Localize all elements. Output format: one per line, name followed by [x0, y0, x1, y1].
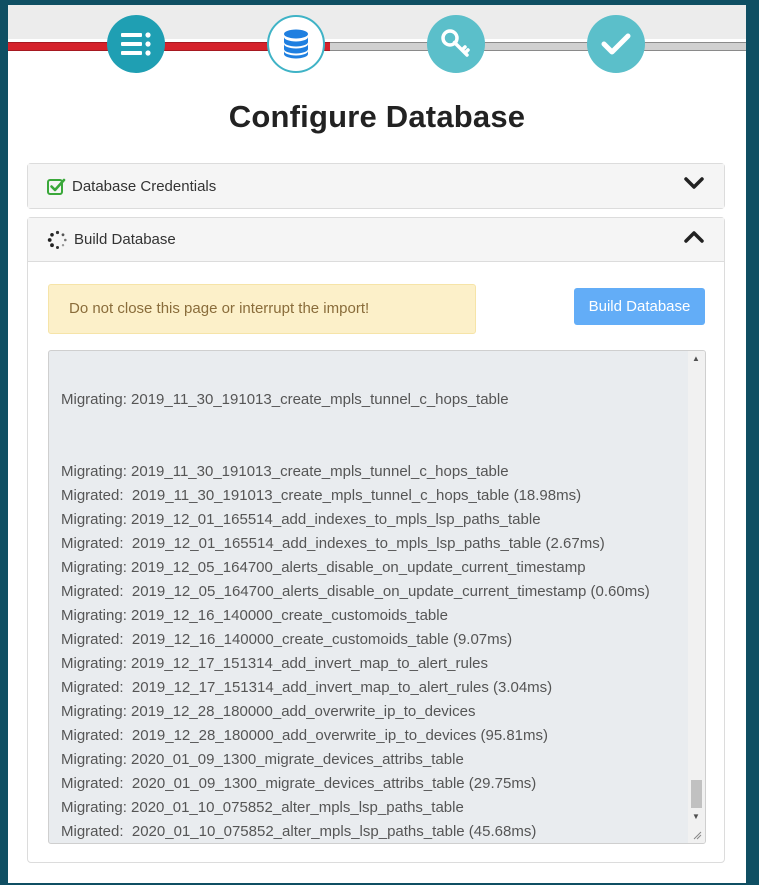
log-line: Migrating: 2020_01_09_1300_migrate_devic…	[61, 751, 464, 768]
step-3-button[interactable]	[427, 15, 485, 73]
log-line: Migrating: 2019_12_28_180000_add_overwri…	[61, 703, 476, 720]
scrollbar-thumb[interactable]	[691, 780, 702, 808]
credentials-panel-header[interactable]: Database Credentials	[28, 164, 724, 208]
build-panel-title: Build Database	[74, 231, 176, 248]
spinner-icon	[47, 230, 67, 249]
scroll-down-arrow-icon[interactable]: ▼	[692, 813, 700, 821]
log-line: Migrating: 2019_12_05_164700_alerts_disa…	[61, 559, 586, 576]
log-line-partial: Migrating: 2019_11_30_191013_create_mpls…	[61, 391, 509, 408]
log-line: Migrating: 2019_12_17_151314_add_invert_…	[61, 655, 488, 672]
checked-box-icon	[47, 178, 66, 195]
scroll-up-arrow-icon[interactable]: ▲	[692, 355, 700, 363]
build-database-button[interactable]: Build Database	[574, 288, 705, 325]
migration-log-lines: Migrating: 2019_11_30_191013_create_mpls…	[61, 351, 650, 843]
log-line: Migrated: 2019_12_28_180000_add_overwrit…	[61, 727, 549, 744]
database-icon	[284, 29, 308, 59]
step-1-button[interactable]	[107, 15, 165, 73]
progress-remaining	[330, 42, 746, 51]
log-line: Migrated: 2020_01_10_075852_alter_mpls_l…	[61, 823, 537, 840]
chevron-down-icon[interactable]	[684, 176, 704, 190]
log-line: Migrating: 2019_11_30_191013_create_mpls…	[61, 463, 509, 480]
log-line: Migrated: 2019_11_30_191013_create_mpls_…	[61, 487, 582, 504]
installer-card: Configure Database Database Credentials	[8, 5, 746, 883]
chevron-up-icon[interactable]	[684, 230, 704, 244]
log-scrollbar[interactable]: ▲ ▼	[688, 351, 705, 843]
step-2-button[interactable]	[267, 15, 325, 73]
page-title: Configure Database	[228, 99, 526, 134]
resize-handle-icon[interactable]	[693, 831, 702, 840]
key-icon	[441, 29, 470, 57]
log-line: Migrated: 2019_12_16_140000_create_custo…	[61, 631, 513, 648]
log-line: Migrating: 2019_12_16_140000_create_cust…	[61, 607, 448, 624]
credentials-panel: Database Credentials	[27, 163, 725, 209]
log-line: Migrating: 2019_12_01_165514_add_indexes…	[61, 511, 541, 528]
build-panel: Build Database Do not close this page or…	[27, 217, 725, 863]
build-panel-header[interactable]: Build Database	[28, 218, 724, 262]
credentials-panel-title: Database Credentials	[72, 177, 217, 195]
log-line: Migrating: 2020_01_10_075852_alter_mpls_…	[61, 799, 464, 816]
migration-log[interactable]: Migrating: 2019_11_30_191013_create_mpls…	[48, 350, 706, 844]
log-line: Migrated: 2019_12_17_151314_add_invert_m…	[61, 679, 553, 696]
check-icon	[601, 33, 631, 55]
log-line: Migrated: 2019_12_05_164700_alerts_disab…	[61, 583, 650, 600]
step-4-button[interactable]	[587, 15, 645, 73]
log-line: Migrated: 2019_12_01_165514_add_indexes_…	[61, 535, 605, 552]
list-icon	[121, 32, 151, 56]
warning-alert: Do not close this page or interrupt the …	[48, 284, 476, 334]
log-line: Migrated: 2020_01_09_1300_migrate_device…	[61, 775, 537, 792]
